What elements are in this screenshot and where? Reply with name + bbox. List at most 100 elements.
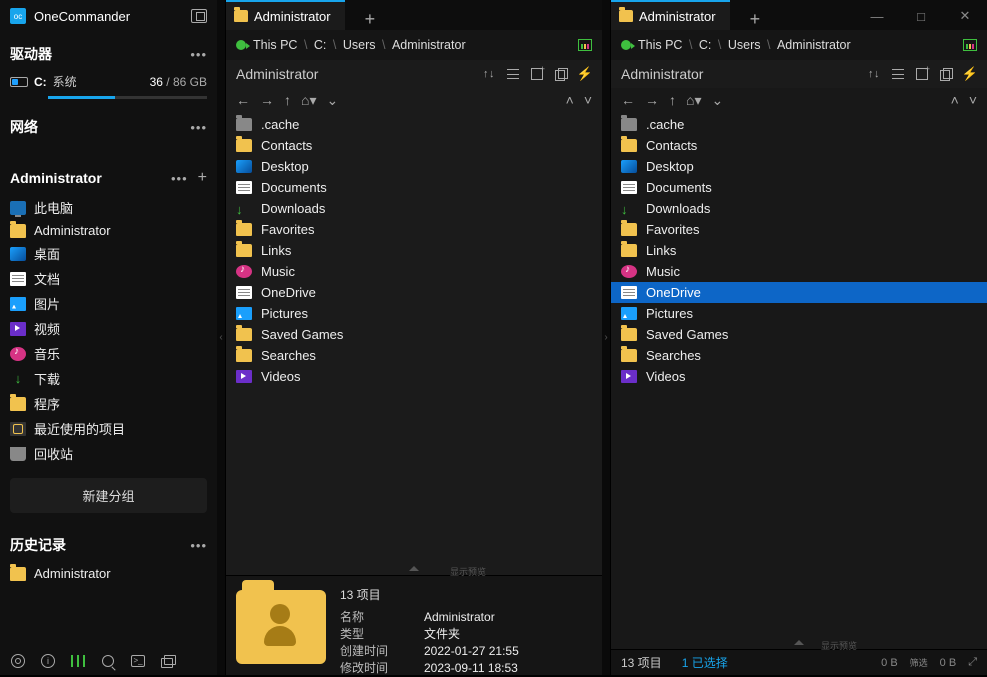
file-row[interactable]: Videos <box>611 366 987 387</box>
history-more-icon[interactable]: ••• <box>190 538 207 553</box>
breadcrumb-segment[interactable]: This PC <box>638 38 682 52</box>
action-icon[interactable]: ⚡ <box>963 67 977 81</box>
search-icon[interactable] <box>100 653 116 669</box>
activity-icon[interactable] <box>70 653 86 669</box>
home-button[interactable]: ⌂▾ <box>686 92 701 109</box>
file-row[interactable]: Links <box>611 240 987 261</box>
up-button[interactable]: ↑ <box>669 92 676 108</box>
file-row[interactable]: Pictures <box>226 303 602 324</box>
file-row[interactable]: Saved Games <box>226 324 602 345</box>
breadcrumb-segment[interactable]: This PC <box>253 38 297 52</box>
favorites-more-icon[interactable]: ••• <box>171 171 188 186</box>
file-row[interactable]: Desktop <box>611 156 987 177</box>
right-tab[interactable]: Administrator <box>611 2 730 30</box>
breadcrumb-segment[interactable]: C: <box>314 38 327 52</box>
favorites-add-icon[interactable]: + <box>198 169 207 187</box>
settings-icon[interactable] <box>10 653 26 669</box>
sidebar-item[interactable]: Administrator <box>0 220 217 241</box>
file-row[interactable]: Downloads <box>226 198 602 219</box>
sidebar-item[interactable]: 最近使用的项目 <box>0 416 217 441</box>
sidebar-item[interactable]: 回收站 <box>0 441 217 466</box>
collapse-down-icon[interactable]: ˅ <box>969 92 977 108</box>
file-row[interactable]: Music <box>226 261 602 282</box>
sidebar-item[interactable]: 此电脑 <box>0 195 217 220</box>
file-row[interactable]: Downloads <box>611 198 987 219</box>
back-button[interactable]: ← <box>236 92 250 108</box>
preview-toggle-label[interactable]: 显示预览 <box>450 565 486 578</box>
breadcrumb-segment[interactable]: Administrator <box>777 38 851 52</box>
copy-icon[interactable] <box>939 67 953 81</box>
dropdown-button[interactable]: ⌄ <box>326 92 338 109</box>
action-icon[interactable]: ⚡ <box>578 67 592 81</box>
drives-more-icon[interactable]: ••• <box>190 47 207 62</box>
status-filter[interactable]: 筛选 <box>910 656 928 669</box>
sidebar-item[interactable]: 桌面 <box>0 241 217 266</box>
sidebar-item[interactable]: 音乐 <box>0 341 217 366</box>
file-row[interactable]: Searches <box>611 345 987 366</box>
file-row[interactable]: Pictures <box>611 303 987 324</box>
sidebar-item[interactable]: 文档 <box>0 266 217 291</box>
gutter-mid[interactable]: › <box>602 0 610 675</box>
analyze-icon[interactable] <box>963 39 977 51</box>
file-row[interactable]: Searches <box>226 345 602 366</box>
sidebar-item[interactable]: 下载 <box>0 366 217 391</box>
file-row[interactable]: Videos <box>226 366 602 387</box>
forward-button[interactable]: → <box>645 92 659 108</box>
sidebar-item[interactable]: 程序 <box>0 391 217 416</box>
file-row[interactable]: OneDrive <box>611 282 987 303</box>
history-item[interactable]: Administrator <box>0 563 217 584</box>
breadcrumb-segment[interactable]: Administrator <box>392 38 466 52</box>
left-tab[interactable]: Administrator <box>226 2 345 30</box>
dropdown-button[interactable]: ⌄ <box>711 92 723 109</box>
collapse-up-icon[interactable]: ˄ <box>566 92 574 108</box>
left-file-list[interactable]: .cacheContactsDesktopDocumentsDownloadsF… <box>226 112 602 575</box>
sidebar-item[interactable]: 视频 <box>0 316 217 341</box>
collapse-up-icon[interactable]: ˄ <box>951 92 959 108</box>
file-row[interactable]: Desktop <box>226 156 602 177</box>
preview-toggle-label[interactable]: 显示预览 <box>821 639 857 652</box>
network-more-icon[interactable]: ••• <box>190 120 207 135</box>
file-row[interactable]: Links <box>226 240 602 261</box>
file-row[interactable]: Contacts <box>611 135 987 156</box>
new-folder-icon[interactable] <box>530 67 544 81</box>
file-row[interactable]: Music <box>611 261 987 282</box>
file-row[interactable]: Contacts <box>226 135 602 156</box>
analyze-icon[interactable] <box>578 39 592 51</box>
left-tab-add[interactable]: + <box>355 9 386 30</box>
status-expand-icon[interactable]: ⤢ <box>968 656 977 669</box>
maximize-button[interactable]: □ <box>899 2 943 30</box>
file-row[interactable]: Saved Games <box>611 324 987 345</box>
file-row[interactable]: Favorites <box>226 219 602 240</box>
file-row[interactable]: Documents <box>611 177 987 198</box>
file-row[interactable]: .cache <box>611 114 987 135</box>
list-view-icon[interactable] <box>891 67 905 81</box>
copy-icon[interactable] <box>554 67 568 81</box>
back-button[interactable]: ← <box>621 92 635 108</box>
sort-icon[interactable] <box>867 67 881 81</box>
breadcrumb-segment[interactable]: Users <box>343 38 376 52</box>
new-folder-icon[interactable] <box>915 67 929 81</box>
file-row[interactable]: .cache <box>226 114 602 135</box>
terminal-icon[interactable]: >_ <box>130 653 146 669</box>
right-tab-add[interactable]: + <box>740 9 771 30</box>
forward-button[interactable]: → <box>260 92 274 108</box>
about-icon[interactable]: i <box>40 653 56 669</box>
file-row[interactable]: OneDrive <box>226 282 602 303</box>
up-button[interactable]: ↑ <box>284 92 291 108</box>
breadcrumb-segment[interactable]: C: <box>699 38 712 52</box>
windows-icon[interactable] <box>160 653 176 669</box>
home-button[interactable]: ⌂▾ <box>301 92 316 109</box>
file-row[interactable]: Favorites <box>611 219 987 240</box>
layout-toggle-icon[interactable] <box>191 9 207 23</box>
sidebar-item[interactable]: 图片 <box>0 291 217 316</box>
drive-c[interactable]: C: 系统 36 / 86 GB <box>0 70 217 96</box>
right-file-list[interactable]: .cacheContactsDesktopDocumentsDownloadsF… <box>611 112 987 649</box>
gutter-left[interactable]: ‹ <box>217 0 225 675</box>
breadcrumb-segment[interactable]: Users <box>728 38 761 52</box>
file-row[interactable]: Documents <box>226 177 602 198</box>
collapse-down-icon[interactable]: ˅ <box>584 92 592 108</box>
new-group-button[interactable]: 新建分组 <box>10 478 207 513</box>
list-view-icon[interactable] <box>506 67 520 81</box>
sort-icon[interactable] <box>482 67 496 81</box>
minimize-button[interactable]: — <box>855 2 899 30</box>
